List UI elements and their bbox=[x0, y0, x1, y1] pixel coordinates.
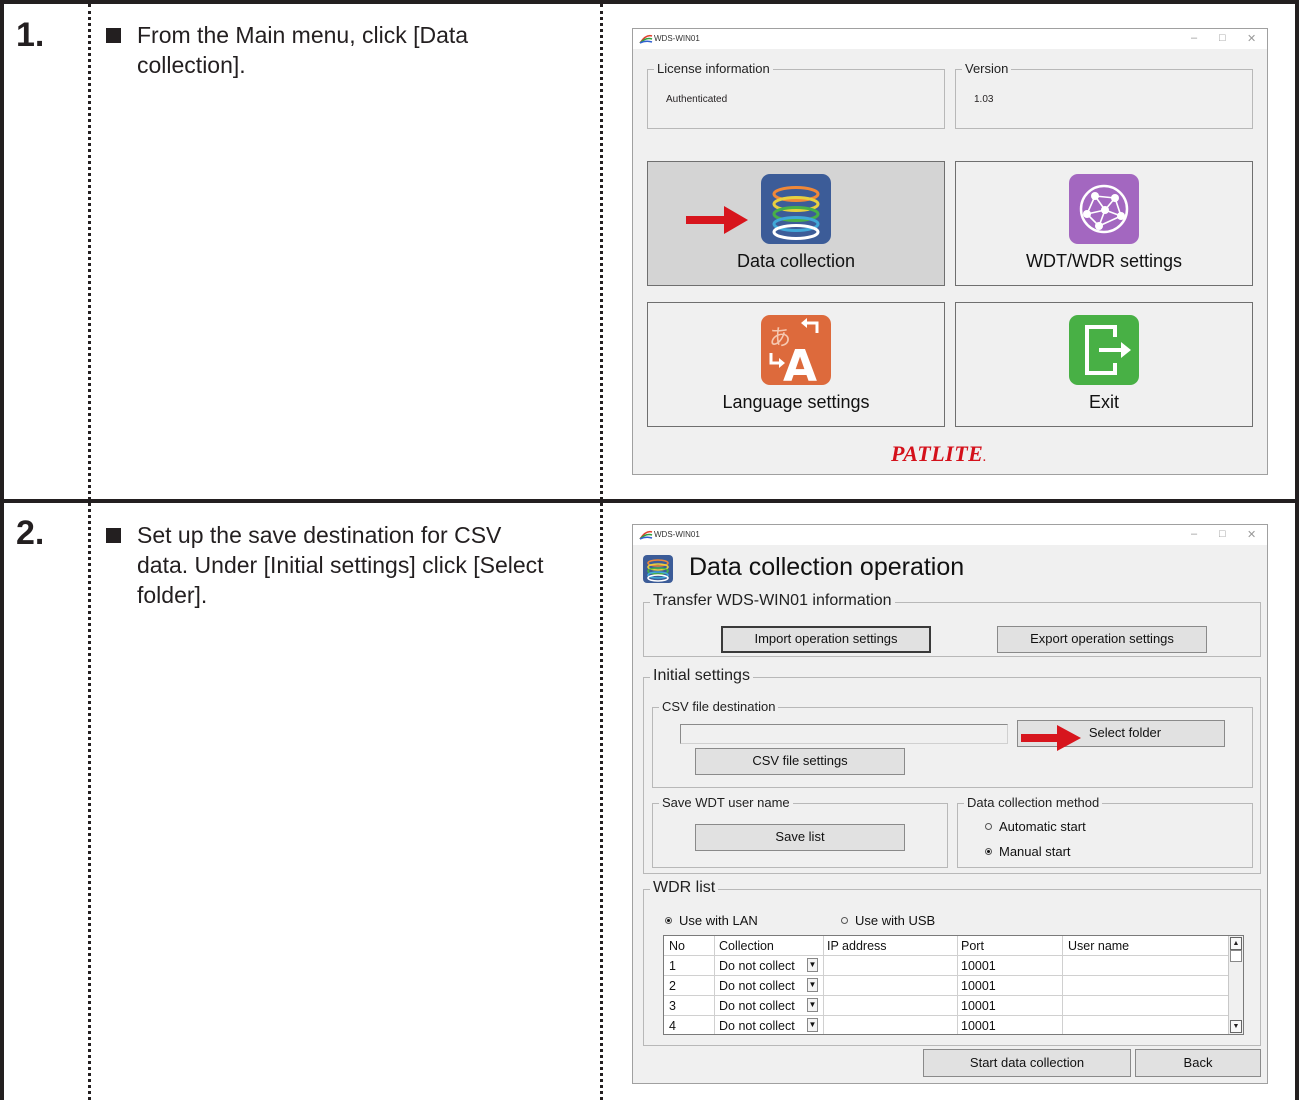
collection-dropdown[interactable]: Do not collect bbox=[719, 999, 795, 1013]
network-globe-icon bbox=[1069, 174, 1139, 244]
wdr-table: No Collection IP address Port User name … bbox=[663, 935, 1244, 1035]
transfer-group-label: Transfer WDS-WIN01 information bbox=[650, 592, 895, 610]
radio-checked-icon bbox=[985, 848, 992, 855]
export-settings-button[interactable]: Export operation settings bbox=[997, 626, 1207, 653]
column-divider-number bbox=[88, 4, 91, 1100]
csv-destination-label: CSV file destination bbox=[659, 699, 779, 714]
row-divider bbox=[0, 499, 1299, 503]
step-instruction: Set up the save destination for CSV data… bbox=[106, 520, 546, 610]
automatic-start-radio[interactable]: Automatic start bbox=[985, 819, 1086, 834]
bullet-square bbox=[106, 28, 121, 43]
window-title: WDS-WIN01 bbox=[654, 34, 700, 43]
port-cell[interactable]: 10001 bbox=[961, 999, 996, 1013]
pointer-arrow-icon bbox=[686, 206, 748, 234]
maximize-icon[interactable]: □ bbox=[1219, 32, 1226, 44]
column-header-user-name: User name bbox=[1068, 939, 1130, 953]
wdt-wdr-settings-button[interactable]: WDT/WDR settings bbox=[955, 161, 1253, 286]
title-bar: WDS-WIN01 – □ ✕ bbox=[633, 29, 1267, 49]
radio-checked-icon bbox=[665, 917, 672, 924]
data-collection-icon bbox=[643, 555, 673, 583]
column-header-port: Port bbox=[961, 939, 984, 953]
app-logo-icon bbox=[639, 530, 653, 540]
scroll-up-icon[interactable]: ▲ bbox=[1230, 937, 1242, 950]
column-header-collection: Collection bbox=[719, 939, 774, 953]
table-scrollbar[interactable]: ▲ ▼ bbox=[1228, 936, 1243, 1034]
dropdown-arrow-icon[interactable]: ▼ bbox=[807, 958, 818, 972]
maximize-icon[interactable]: □ bbox=[1219, 528, 1226, 540]
wdr-list-label: WDR list bbox=[650, 879, 719, 897]
save-list-button[interactable]: Save list bbox=[695, 824, 905, 851]
use-with-usb-radio[interactable]: Use with USB bbox=[841, 913, 935, 928]
main-menu-window: WDS-WIN01 – □ ✕ License information Auth… bbox=[632, 28, 1268, 475]
collection-dropdown[interactable]: Do not collect bbox=[719, 979, 795, 993]
use-with-lan-radio[interactable]: Use with LAN bbox=[665, 913, 758, 928]
column-divider-text bbox=[600, 4, 603, 1100]
dropdown-arrow-icon[interactable]: ▼ bbox=[807, 998, 818, 1012]
version-group: Version 1.03 bbox=[955, 61, 1253, 129]
wdt-wdr-settings-label: WDT/WDR settings bbox=[1025, 251, 1182, 271]
port-cell[interactable]: 10001 bbox=[961, 959, 996, 973]
version-group-label: Version bbox=[962, 61, 1012, 76]
license-group: License information Authenticated bbox=[647, 61, 945, 129]
close-icon[interactable]: ✕ bbox=[1247, 32, 1256, 45]
data-collection-icon bbox=[761, 174, 831, 244]
collection-dropdown[interactable]: Do not collect bbox=[719, 959, 795, 973]
scroll-thumb[interactable] bbox=[1230, 950, 1242, 962]
step-number: 2. bbox=[16, 514, 45, 552]
collection-method-label: Data collection method bbox=[964, 795, 1103, 810]
start-data-collection-button[interactable]: Start data collection bbox=[923, 1049, 1131, 1077]
data-collection-button[interactable]: Data collection bbox=[647, 161, 945, 286]
select-folder-label: Select folder bbox=[1088, 725, 1162, 740]
back-button[interactable]: Back bbox=[1135, 1049, 1261, 1077]
language-settings-label: Language settings bbox=[722, 392, 870, 412]
exit-button[interactable]: Exit bbox=[955, 302, 1253, 427]
save-user-name-label: Save WDT user name bbox=[659, 795, 793, 810]
exit-icon bbox=[1069, 315, 1139, 385]
title-bar: WDS-WIN01 – □ ✕ bbox=[633, 525, 1267, 545]
port-cell[interactable]: 10001 bbox=[961, 979, 996, 993]
version-value: 1.03 bbox=[974, 94, 994, 105]
step-number: 1. bbox=[16, 16, 45, 54]
license-status: Authenticated bbox=[666, 94, 728, 105]
window-title: WDS-WIN01 bbox=[654, 530, 700, 539]
port-cell[interactable]: 10001 bbox=[961, 1019, 996, 1033]
pointer-arrow-icon bbox=[1021, 725, 1081, 751]
step-instruction-text: Set up the save destination for CSV data… bbox=[137, 522, 544, 608]
row-no: 4 bbox=[669, 1019, 676, 1033]
step-instruction-text: From the Main menu, click [Data collecti… bbox=[137, 22, 469, 78]
close-icon[interactable]: ✕ bbox=[1247, 528, 1256, 541]
data-collection-window: WDS-WIN01 – □ ✕ Data collection operatio… bbox=[632, 524, 1268, 1084]
dropdown-arrow-icon[interactable]: ▼ bbox=[807, 1018, 818, 1032]
column-header-no: No bbox=[669, 939, 685, 953]
scroll-down-icon[interactable]: ▼ bbox=[1230, 1020, 1242, 1033]
exit-label: Exit bbox=[1088, 392, 1119, 412]
app-logo-icon bbox=[639, 34, 653, 44]
language-settings-button[interactable]: あ A Language settings bbox=[647, 302, 945, 427]
minimize-icon[interactable]: – bbox=[1191, 32, 1197, 44]
row-no: 3 bbox=[669, 999, 676, 1013]
import-settings-button[interactable]: Import operation settings bbox=[721, 626, 931, 653]
language-icon: あ A bbox=[761, 315, 831, 385]
csv-file-settings-button[interactable]: CSV file settings bbox=[695, 748, 905, 775]
row-no: 2 bbox=[669, 979, 676, 993]
collection-dropdown[interactable]: Do not collect bbox=[719, 1019, 795, 1033]
csv-path-field[interactable] bbox=[680, 724, 1008, 744]
patlite-logo: PATLITE. bbox=[891, 441, 987, 466]
page-title: Data collection operation bbox=[689, 553, 965, 581]
svg-text:A: A bbox=[783, 341, 817, 385]
initial-settings-label: Initial settings bbox=[650, 667, 753, 685]
data-collection-label: Data collection bbox=[736, 251, 856, 271]
row-no: 1 bbox=[669, 959, 676, 973]
manual-start-radio[interactable]: Manual start bbox=[985, 844, 1071, 859]
radio-unchecked-icon bbox=[841, 917, 848, 924]
minimize-icon[interactable]: – bbox=[1191, 528, 1197, 540]
bullet-square bbox=[106, 528, 121, 543]
license-group-label: License information bbox=[654, 61, 773, 76]
step-instruction: From the Main menu, click [Data collecti… bbox=[106, 20, 546, 80]
column-header-ip-address: IP address bbox=[827, 939, 887, 953]
dropdown-arrow-icon[interactable]: ▼ bbox=[807, 978, 818, 992]
radio-unchecked-icon bbox=[985, 823, 992, 830]
